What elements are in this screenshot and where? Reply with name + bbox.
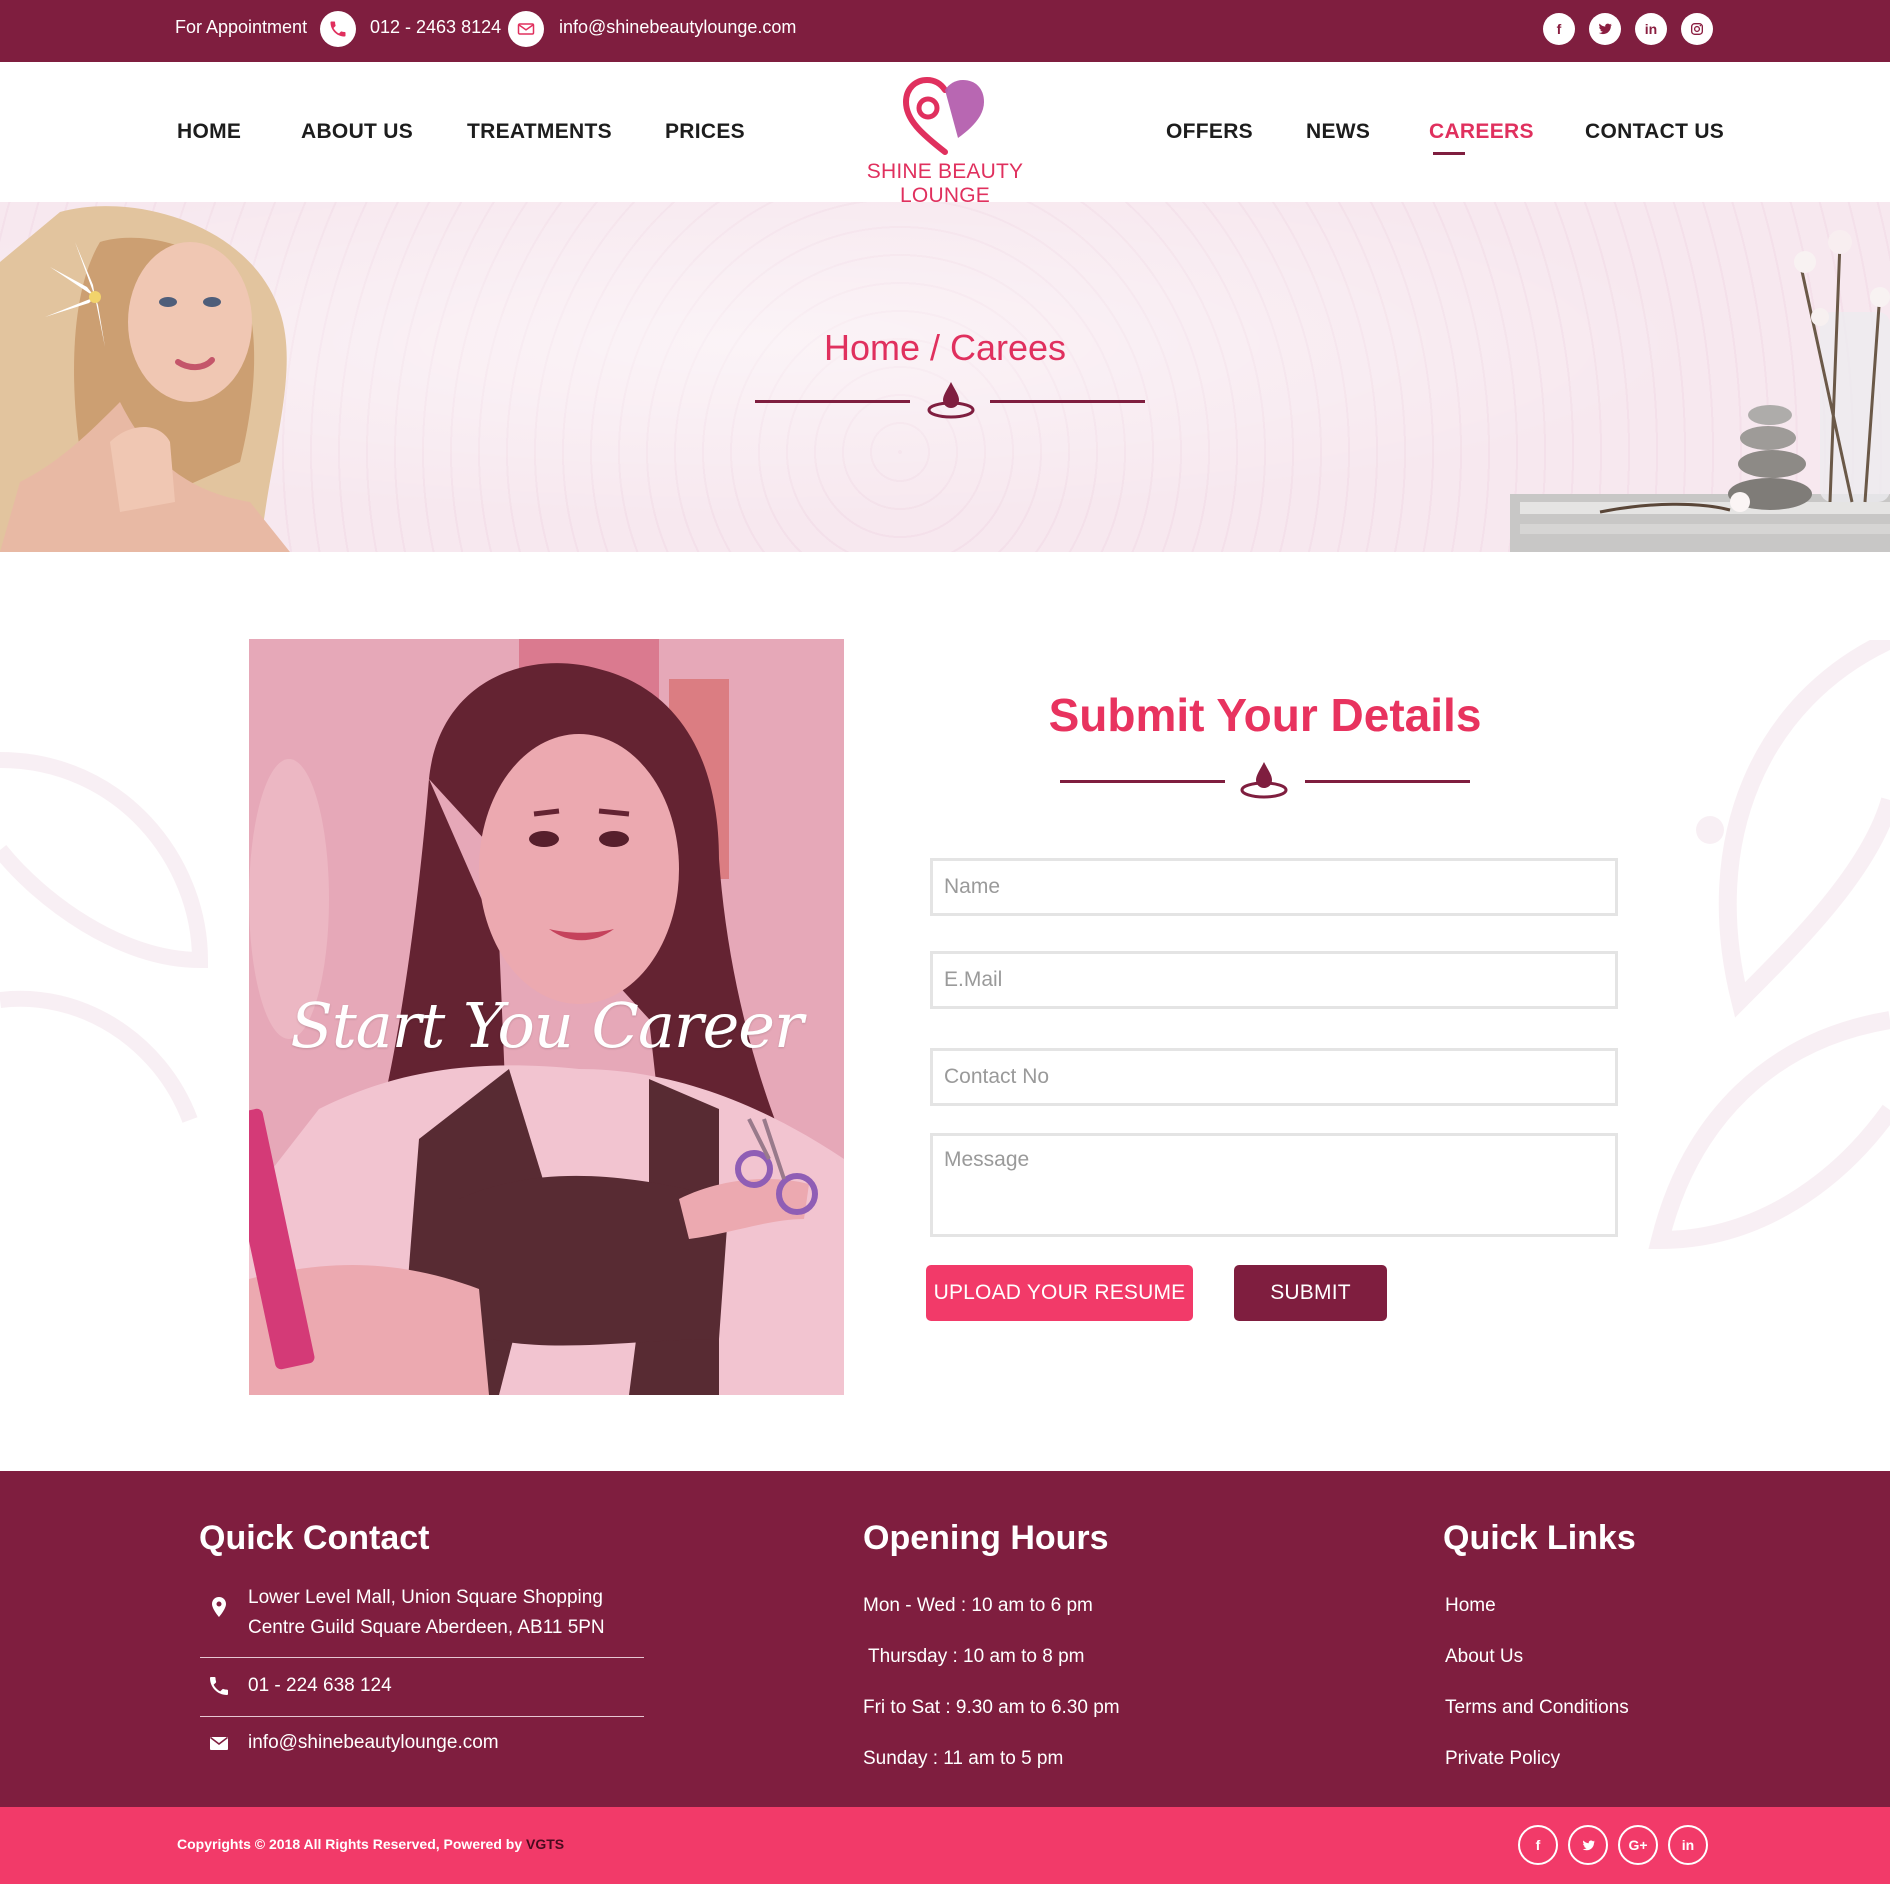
quick-contact-heading: Quick Contact <box>199 1519 430 1557</box>
form-title: Submit Your Details <box>1048 689 1482 741</box>
powered-by-link[interactable]: VGTS <box>526 1836 564 1852</box>
footer-address: Lower Level Mall, Union Square Shopping … <box>248 1587 605 1638</box>
name-input[interactable] <box>930 858 1618 916</box>
spa-stones-image <box>1510 230 1890 552</box>
contact-separator <box>200 1657 644 1658</box>
footer-link-home[interactable]: Home <box>1445 1595 1496 1617</box>
submit-button[interactable]: SUBMIT <box>1234 1265 1387 1321</box>
google-plus-icon[interactable]: G+ <box>1618 1825 1658 1865</box>
nav-careers[interactable]: CAREERS <box>1429 120 1534 144</box>
main-navigation: HOME ABOUT US TREATMENTS PRICES SHINE BE… <box>0 62 1890 207</box>
message-textarea[interactable] <box>930 1133 1618 1237</box>
footer-phone-link[interactable]: 01 - 224 638 124 <box>248 1671 392 1701</box>
top-bar: For Appointment 012 - 2463 8124 info@shi… <box>0 0 1890 62</box>
water-drop-icon <box>1240 762 1288 799</box>
location-pin-icon <box>212 1597 226 1617</box>
background-leaf-decoration-left <box>0 752 209 1123</box>
facebook-icon[interactable]: f <box>1518 1825 1558 1865</box>
heart-logo-icon <box>902 76 984 155</box>
nav-home[interactable]: HOME <box>177 120 241 144</box>
active-nav-indicator <box>1433 152 1465 155</box>
banner-divider <box>755 380 1145 420</box>
footer-link-about-us[interactable]: About Us <box>1445 1646 1523 1668</box>
logo-text: SHINE BEAUTY LOUNGE <box>866 160 1024 207</box>
page-banner: Home / Carees <box>0 202 1890 552</box>
background-leaf-decoration-right <box>1648 640 1890 1250</box>
water-drop-icon <box>927 382 975 419</box>
copyright-bar: Copyrights © 2018 All Rights Reserved, P… <box>0 1807 1890 1884</box>
opening-hours-heading: Opening Hours <box>863 1519 1109 1557</box>
banner-woman-image <box>0 206 290 552</box>
mail-icon <box>508 11 544 47</box>
hours-item: Fri to Sat : 9.30 am to 6.30 pm <box>863 1697 1120 1718</box>
career-hero-image: Start You Career <box>249 639 844 1395</box>
appointment-label: For Appointment <box>175 17 308 37</box>
quick-links-heading: Quick Links <box>1443 1519 1636 1557</box>
twitter-icon[interactable] <box>1589 13 1621 45</box>
contact-number-input[interactable] <box>930 1048 1618 1106</box>
footer-link-terms[interactable]: Terms and Conditions <box>1445 1697 1629 1719</box>
upload-resume-button[interactable]: UPLOAD YOUR RESUME <box>926 1265 1193 1321</box>
nav-news[interactable]: NEWS <box>1306 120 1370 144</box>
topbar-email-link[interactable]: info@shinebeautylounge.com <box>559 17 796 38</box>
topbar-phone-link[interactable]: 012 - 2463 8124 <box>370 17 501 38</box>
linkedin-icon[interactable]: in <box>1668 1825 1708 1865</box>
nav-about-us[interactable]: ABOUT US <box>301 120 413 144</box>
email-input[interactable] <box>930 951 1618 1009</box>
facebook-icon[interactable]: f <box>1543 13 1575 45</box>
hours-item: Thursday : 10 am to 8 pm <box>868 1646 1085 1667</box>
hours-item: Sunday : 11 am to 5 pm <box>863 1748 1064 1769</box>
nav-offers[interactable]: OFFERS <box>1166 120 1253 144</box>
form-title-divider <box>1060 760 1470 800</box>
nav-treatments[interactable]: TREATMENTS <box>467 120 612 144</box>
nav-contact-us[interactable]: CONTACT US <box>1585 120 1724 144</box>
instagram-icon[interactable] <box>1681 13 1713 45</box>
career-tagline: Start You Career <box>290 989 803 1062</box>
footer-email-link[interactable]: info@shinebeautylounge.com <box>248 1728 499 1758</box>
contact-separator <box>200 1716 644 1717</box>
phone-icon <box>210 1677 228 1695</box>
brand-logo[interactable]: SHINE BEAUTY LOUNGE <box>830 76 1060 207</box>
footer-link-privacy[interactable]: Private Policy <box>1445 1748 1560 1770</box>
envelope-icon <box>210 1736 228 1750</box>
footer: Quick Contact Lower Level Mall, Union Sq… <box>0 1471 1890 1807</box>
phone-icon <box>320 11 356 47</box>
linkedin-icon[interactable]: in <box>1635 13 1667 45</box>
copyright-text: Copyrights © 2018 All Rights Reserved, P… <box>177 1836 565 1852</box>
hours-item: Mon - Wed : 10 am to 6 pm <box>863 1595 1093 1616</box>
nav-prices[interactable]: PRICES <box>665 120 745 144</box>
twitter-icon[interactable] <box>1568 1825 1608 1865</box>
